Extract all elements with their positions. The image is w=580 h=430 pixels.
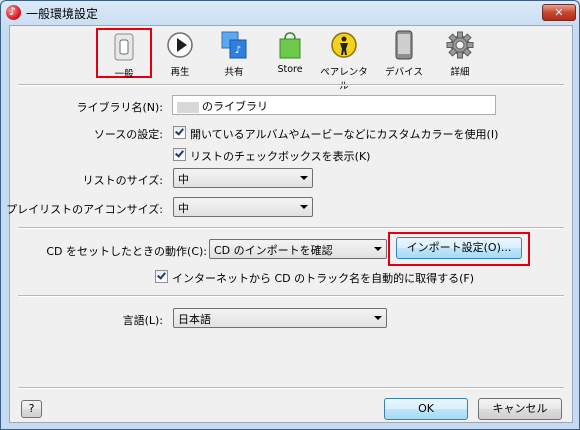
preferences-window: 一般環境設定 ✕ 一般 再生 xyxy=(0,0,580,430)
playlist-icon-size-select[interactable]: 中 xyxy=(173,197,313,217)
cancel-button[interactable]: キャンセル xyxy=(478,398,562,420)
chevron-down-icon xyxy=(374,316,382,320)
device-icon xyxy=(395,30,413,60)
store-bag-icon xyxy=(279,32,301,59)
tab-playback[interactable]: 再生 xyxy=(152,28,208,78)
general-switch-icon xyxy=(114,33,134,61)
window-title: 一般環境設定 xyxy=(26,7,99,21)
tab-advanced-label: 詳細 xyxy=(450,67,470,78)
help-button[interactable]: ? xyxy=(21,400,42,418)
gear-icon xyxy=(446,31,474,59)
library-name-input[interactable]: のライブラリ xyxy=(172,95,496,115)
tab-general-label: 一般 xyxy=(114,69,134,80)
tab-store-label: Store xyxy=(277,64,303,75)
toolbar-divider xyxy=(18,84,564,86)
parental-icon xyxy=(331,32,357,58)
cd-action-select[interactable]: CD のインポートを確認 xyxy=(209,239,387,259)
footer-divider xyxy=(18,387,564,389)
list-checkbox-checkbox[interactable] xyxy=(173,148,186,161)
preferences-toolbar: 一般 再生 ♪ 共有 Store ペアレンタル デバイス 詳細 xyxy=(10,26,572,92)
ok-button[interactable]: OK xyxy=(384,398,468,420)
source-settings-label: ソースの設定: xyxy=(93,128,163,141)
custom-color-label: 開いているアルバムやムービーなどにカスタムカラーを使用(I) xyxy=(190,128,499,141)
title-bar: 一般環境設定 ✕ xyxy=(1,1,579,25)
tab-parental[interactable]: ペアレンタル xyxy=(316,28,372,92)
cd-track-names-label: インターネットから CD のトラック名を自動的に取得する(F) xyxy=(172,272,475,285)
list-checkbox-label: リストのチェックボックスを表示(K) xyxy=(190,150,371,163)
chevron-down-icon xyxy=(374,247,382,251)
import-settings-button[interactable]: インポート設定(O)... xyxy=(396,237,522,259)
itunes-icon xyxy=(6,5,21,20)
list-size-value: 中 xyxy=(178,173,189,186)
custom-color-checkbox[interactable] xyxy=(173,126,186,139)
language-label: 言語(L): xyxy=(122,314,163,327)
svg-text:♪: ♪ xyxy=(235,45,241,56)
list-size-select[interactable]: 中 xyxy=(173,168,313,188)
library-name-value: のライブラリ xyxy=(202,100,268,113)
tab-devices[interactable]: デバイス xyxy=(376,28,432,78)
close-button[interactable]: ✕ xyxy=(542,4,576,21)
library-name-label: ライブラリ名(N): xyxy=(76,101,163,114)
list-size-label: リストのサイズ: xyxy=(82,174,163,187)
sharing-music-icon: ♪ xyxy=(221,31,247,59)
preferences-content: 一般 再生 ♪ 共有 Store ペアレンタル デバイス 詳細 ライブラリ名(N… xyxy=(6,25,573,423)
section-divider xyxy=(18,227,564,229)
cd-action-value: CD のインポートを確認 xyxy=(214,244,333,257)
chevron-down-icon xyxy=(300,205,308,209)
playlist-icon-size-label: プレイリストのアイコンサイズ: xyxy=(6,203,163,216)
tab-playback-label: 再生 xyxy=(170,67,190,78)
chevron-down-icon xyxy=(300,176,308,180)
redacted-name xyxy=(177,101,199,113)
language-select[interactable]: 日本語 xyxy=(173,308,387,328)
section-divider xyxy=(18,295,564,297)
tab-sharing[interactable]: ♪ 共有 xyxy=(206,28,262,78)
tab-parental-label: ペアレンタル xyxy=(320,67,368,92)
cd-action-label: CD をセットしたときの動作(C): xyxy=(46,245,207,258)
tab-general[interactable]: 一般 xyxy=(96,28,152,80)
play-icon xyxy=(167,32,193,58)
playlist-icon-size-value: 中 xyxy=(178,202,189,215)
language-value: 日本語 xyxy=(178,313,211,326)
tab-sharing-label: 共有 xyxy=(224,67,244,78)
tab-store[interactable]: Store xyxy=(262,28,318,76)
tab-devices-label: デバイス xyxy=(385,67,423,78)
cd-track-names-checkbox[interactable] xyxy=(155,270,168,283)
tab-advanced[interactable]: 詳細 xyxy=(432,28,488,78)
